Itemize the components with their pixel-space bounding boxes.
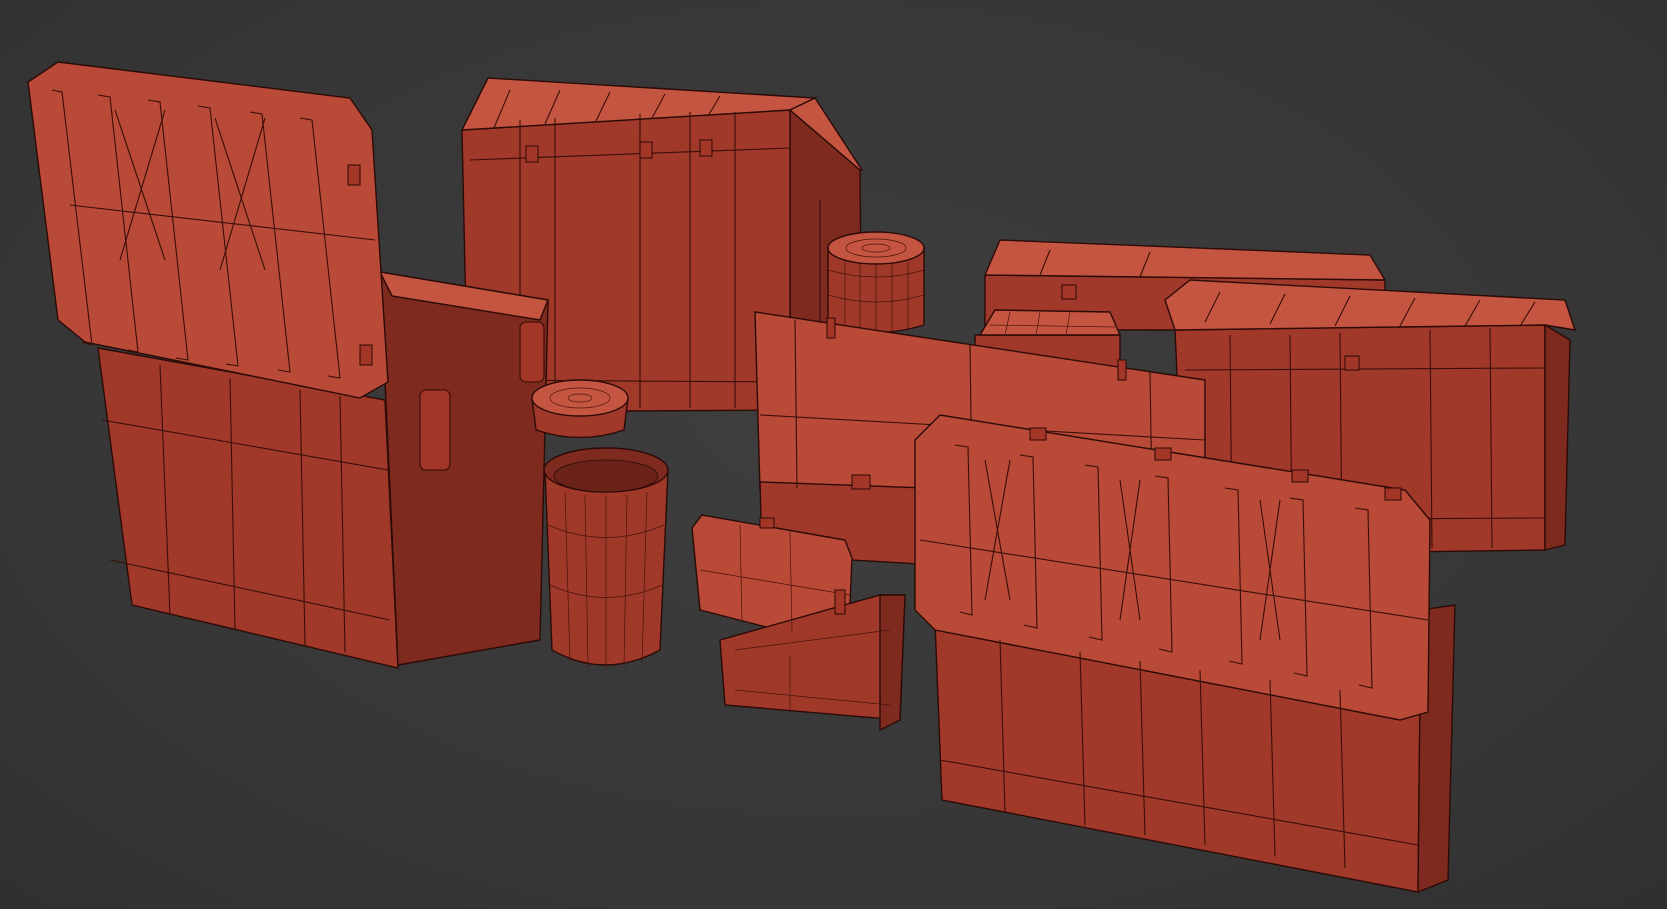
small-barrel-back[interactable] (827, 231, 925, 336)
open-barrel-middle[interactable] (531, 379, 669, 670)
3d-viewport[interactable] (0, 0, 1667, 909)
wireframe-scene[interactable] (0, 0, 1667, 909)
long-open-crate-front-right[interactable] (914, 414, 1456, 894)
